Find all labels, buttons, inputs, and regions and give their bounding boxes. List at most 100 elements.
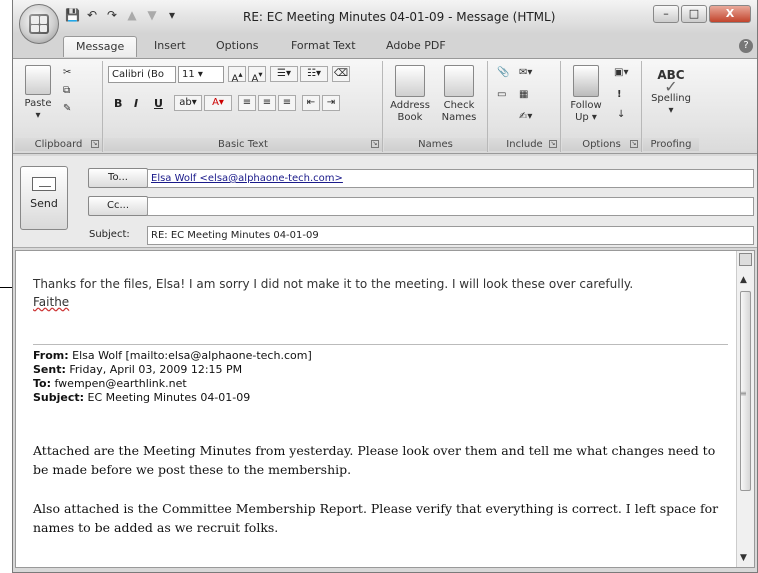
group-label-clipboard: Clipboard ↘: [15, 138, 102, 151]
original-paragraph-1: Attached are the Meeting Minutes from ye…: [33, 443, 716, 477]
cc-field[interactable]: [147, 197, 754, 216]
follow-up-button[interactable]: Follow Up ▾: [566, 65, 606, 124]
low-importance-icon[interactable]: ↓: [617, 109, 625, 120]
attach-file-icon[interactable]: 📎: [497, 67, 509, 78]
reply-line: Thanks for the files, Elsa! I am sorry I…: [33, 277, 634, 291]
attach-item-icon[interactable]: ✉▾: [519, 67, 532, 78]
from-label: From:: [33, 349, 69, 362]
undo-icon[interactable]: ↶: [85, 8, 99, 22]
subject-value: EC Meeting Minutes 04-01-09: [84, 391, 251, 404]
sent-label: Sent:: [33, 363, 66, 376]
highlight-icon[interactable]: ab▾: [174, 95, 202, 111]
tab-message[interactable]: Message: [63, 36, 138, 57]
reply-text: Thanks for the files, Elsa! I am sorry I…: [33, 275, 633, 311]
format-painter-icon[interactable]: ✎: [63, 103, 71, 114]
redo-icon[interactable]: ↷: [105, 8, 119, 22]
cc-button[interactable]: Cc...: [88, 196, 148, 216]
dialog-launcher-icon[interactable]: ↘: [549, 140, 557, 148]
tab-options[interactable]: Options: [216, 39, 258, 52]
dialog-launcher-icon[interactable]: ↘: [371, 140, 379, 148]
font-color-icon[interactable]: A▾: [204, 95, 232, 111]
window-controls: – □ X: [653, 5, 751, 23]
group-names: Address Book Check Names Names: [384, 61, 488, 152]
to-button[interactable]: To...: [88, 168, 148, 188]
signature: Faithe: [33, 295, 70, 309]
group-label-names: Names: [384, 138, 487, 151]
to-value: fwempen@earthlink.net: [51, 377, 187, 390]
group-basic-text: Calibri (Bo 11 ▾ A▴ A▾ ☰▾ ☷▾ ⌫ B I U ab▾…: [104, 61, 383, 152]
quick-access-toolbar: 💾 ↶ ↷ ▲ ▼ ▾: [65, 8, 179, 22]
help-icon[interactable]: ?: [739, 39, 753, 53]
shrink-font-icon[interactable]: A▾: [248, 66, 266, 84]
vertical-scrollbar[interactable]: ▲ ≡ ▼: [736, 251, 754, 567]
office-button[interactable]: [19, 4, 59, 44]
high-importance-icon[interactable]: !: [617, 89, 622, 100]
minimize-button[interactable]: –: [653, 5, 679, 23]
bold-button[interactable]: B: [114, 97, 122, 110]
message-body[interactable]: Thanks for the files, Elsa! I am sorry I…: [15, 250, 755, 568]
subject-label: Subject:: [89, 229, 130, 240]
cut-icon[interactable]: ✂: [63, 67, 71, 78]
window-title: RE: EC Meeting Minutes 04-01-09 - Messag…: [243, 10, 556, 24]
numbering-icon[interactable]: ☷▾: [300, 66, 328, 82]
tab-format-text[interactable]: Format Text: [291, 39, 356, 52]
italic-button[interactable]: I: [134, 97, 138, 110]
spelling-button[interactable]: ABC ✓ Spelling ▾: [647, 65, 695, 117]
decrease-indent-icon[interactable]: ⇤: [302, 95, 320, 111]
categorize-icon[interactable]: ▣▾: [614, 67, 628, 78]
ruler-toggle-icon[interactable]: [739, 253, 752, 266]
align-center-icon[interactable]: ≡: [258, 95, 276, 111]
group-label-proofing: Proofing: [643, 138, 699, 151]
message-header: Send To... Cc... Subject: Elsa Wolf <els…: [13, 156, 757, 248]
underline-button[interactable]: U: [154, 97, 163, 110]
font-name-box[interactable]: Calibri (Bo: [108, 66, 176, 83]
original-paragraph-2: Also attached is the Committee Membershi…: [33, 501, 719, 535]
group-proofing: ABC ✓ Spelling ▾ Proofing: [643, 61, 699, 152]
tab-adobe-pdf[interactable]: Adobe PDF: [386, 39, 446, 52]
group-label-include: Include ↘: [489, 138, 560, 151]
from-value: Elsa Wolf [mailto:elsa@alphaone-tech.com…: [68, 349, 312, 362]
send-envelope-icon: [32, 177, 56, 191]
title-bar: 💾 ↶ ↷ ▲ ▼ ▾ RE: EC Meeting Minutes 04-01…: [13, 0, 757, 34]
customize-toolbar-icon[interactable]: ▾: [165, 8, 179, 22]
close-button[interactable]: X: [709, 5, 751, 23]
clipboard-icon: [25, 65, 51, 95]
outlook-message-window: 💾 ↶ ↷ ▲ ▼ ▾ RE: EC Meeting Minutes 04-01…: [12, 0, 758, 573]
scroll-up-icon[interactable]: ▲: [740, 275, 747, 285]
bullets-icon[interactable]: ☰▾: [270, 66, 298, 82]
signature-icon[interactable]: ✍▾: [519, 111, 532, 122]
check-names-button[interactable]: Check Names: [436, 65, 482, 124]
clear-formatting-icon[interactable]: ⌫: [332, 66, 350, 82]
group-label-options: Options ↘: [562, 138, 641, 151]
flag-icon: [573, 65, 599, 97]
to-field[interactable]: Elsa Wolf <elsa@alphaone-tech.com>: [147, 169, 754, 188]
align-left-icon[interactable]: ≡: [238, 95, 256, 111]
address-book-button[interactable]: Address Book: [388, 65, 432, 124]
save-icon[interactable]: 💾: [65, 8, 80, 22]
copy-icon[interactable]: ⧉: [63, 85, 70, 96]
sent-value: Friday, April 03, 2009 12:15 PM: [65, 363, 243, 376]
tab-insert[interactable]: Insert: [154, 39, 186, 52]
business-card-icon[interactable]: ▭: [497, 89, 506, 100]
subject-label: Subject:: [33, 391, 85, 404]
scroll-down-icon[interactable]: ▼: [740, 553, 747, 563]
maximize-button[interactable]: □: [681, 5, 707, 23]
next-item-icon[interactable]: ▼: [145, 8, 159, 22]
grow-font-icon[interactable]: A▴: [228, 66, 246, 84]
previous-item-icon[interactable]: ▲: [125, 8, 139, 22]
paste-button[interactable]: Paste ▾: [19, 65, 57, 122]
calendar-icon[interactable]: ▦: [519, 89, 528, 100]
align-right-icon[interactable]: ≡: [278, 95, 296, 111]
dialog-launcher-icon[interactable]: ↘: [91, 140, 99, 148]
subject-field[interactable]: RE: EC Meeting Minutes 04-01-09: [147, 226, 754, 245]
font-size-box[interactable]: 11 ▾: [178, 66, 224, 83]
reply-divider: [33, 344, 728, 345]
increase-indent-icon[interactable]: ⇥: [322, 95, 340, 111]
dialog-launcher-icon[interactable]: ↘: [630, 140, 638, 148]
office-logo-icon: [29, 14, 49, 34]
check-names-icon: [444, 65, 474, 97]
send-button[interactable]: Send: [20, 166, 68, 230]
to-label: To:: [33, 377, 51, 390]
ribbon: Paste ▾ ✂ ⧉ ✎ Clipboard ↘ Calibri (Bo 11 ▾…: [13, 58, 757, 154]
address-book-icon: [395, 65, 425, 97]
